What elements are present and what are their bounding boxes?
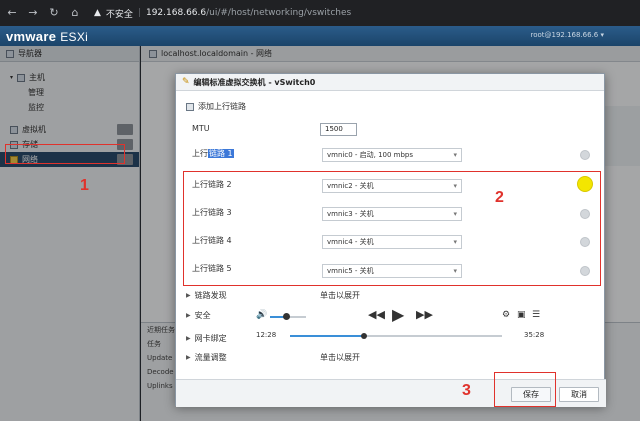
chevron-right-icon: ▶ — [186, 312, 191, 319]
seek-knob[interactable] — [361, 333, 368, 339]
chevron-right-icon: ▶ — [186, 292, 191, 299]
chevron-down-icon: ▾ — [453, 267, 457, 275]
mtu-input[interactable]: 1500 — [320, 123, 357, 136]
playlist-icon[interactable]: ☰ — [532, 310, 540, 320]
uplink-5-select[interactable]: vmnic5 - 关机 ▾ — [322, 264, 462, 278]
back-icon[interactable]: ← — [6, 7, 18, 19]
chevron-right-icon: ▶ — [186, 335, 191, 342]
add-uplink-button[interactable]: 添加上行链路 — [186, 101, 246, 112]
chevron-right-icon: ▶ — [186, 354, 191, 361]
uplink-4-select[interactable]: vmnic4 - 关机 ▾ — [322, 235, 462, 249]
uplink-3-label: 上行链路 3 — [192, 208, 232, 217]
seek-bar[interactable] — [290, 333, 502, 339]
cancel-button[interactable]: 取消 — [559, 387, 599, 402]
uplink-1-label: 上行链路 1 — [192, 149, 234, 158]
browser-toolbar: ← → ↻ ⌂ ▲ 不安全 | 192.168.66.6/ui/#/host/n… — [0, 0, 640, 26]
annotation-3: 3 — [462, 382, 471, 399]
dialog-footer: 保存 取消 — [176, 379, 606, 407]
reload-icon[interactable]: ↻ — [48, 7, 60, 19]
section-nic-teaming[interactable]: ▶ 网卡绑定 — [186, 333, 227, 344]
annotation-1: 1 — [80, 177, 89, 194]
chevron-down-icon: ▾ — [453, 210, 457, 218]
fast-forward-icon[interactable]: ▶▶ — [416, 308, 433, 321]
address-bar[interactable]: ▲ 不安全 | 192.168.66.6/ui/#/host/networkin… — [94, 7, 351, 20]
total-time: 35:28 — [524, 331, 545, 339]
pip-icon[interactable]: ▣ — [517, 310, 526, 320]
url-host: 192.168.66.6 — [145, 8, 207, 18]
uplink-5-label: 上行链路 5 — [192, 264, 232, 273]
esxi-header: vmware ESXi root@192.168.66.6 ▾ — [0, 26, 640, 46]
uplink-2-select[interactable]: vmnic2 - 关机 ▾ — [322, 179, 462, 193]
mtu-label: MTU — [192, 124, 210, 133]
section-security[interactable]: ▶ 安全 — [186, 310, 211, 321]
user-menu[interactable]: root@192.168.66.6 ▾ — [530, 31, 604, 39]
vmware-logo: vmware ESXi — [6, 28, 89, 44]
chevron-down-icon: ▾ — [453, 238, 457, 246]
security-label: 不安全 — [105, 9, 133, 20]
uplink-3-select[interactable]: vmnic3 - 关机 ▾ — [322, 207, 462, 221]
seek-progress — [290, 335, 365, 337]
url-path: /ui/#/host/networking/vswitches — [206, 8, 352, 18]
pencil-icon: ✎ — [182, 77, 190, 87]
link-discovery-value[interactable]: 单击以展开 — [320, 290, 360, 301]
section-traffic-shaping[interactable]: ▶ 流量调整 — [186, 352, 227, 363]
add-uplink-icon — [186, 102, 194, 111]
edit-vswitch-dialog: ✎ 编辑标准虚拟交换机 - vSwitch0 添加上行链路 MTU 1500 上… — [175, 73, 606, 407]
play-icon[interactable]: ▶ — [392, 305, 404, 324]
traffic-shaping-value[interactable]: 单击以展开 — [320, 352, 360, 363]
uplink-2-label: 上行链路 2 — [192, 180, 232, 189]
annotation-2: 2 — [495, 189, 504, 206]
rewind-icon[interactable]: ◀◀ — [368, 308, 385, 321]
dialog-body: 添加上行链路 MTU 1500 上行链路 1 vmnic0 - 启动, 100 … — [176, 91, 606, 379]
remove-uplink-4-icon[interactable] — [580, 237, 590, 247]
remove-uplink-2-icon[interactable] — [577, 176, 593, 192]
chevron-down-icon: ▾ — [453, 182, 457, 190]
current-time: 12:28 — [256, 331, 277, 339]
volume-knob[interactable] — [283, 313, 291, 320]
volume-icon[interactable]: 🔊 — [256, 310, 267, 320]
home-icon[interactable]: ⌂ — [69, 7, 81, 19]
uplink-4-label: 上行链路 4 — [192, 236, 232, 245]
forward-icon[interactable]: → — [27, 7, 39, 19]
settings-icon[interactable]: ⚙ — [502, 310, 510, 320]
uplink-1-select[interactable]: vmnic0 - 启动, 100 mbps ▾ — [322, 148, 462, 162]
media-player: 🔊 ◀◀ ▶ ▶▶ ⚙ ▣ ☰ 12:28 35:28 — [256, 305, 601, 348]
remove-uplink-5-icon[interactable] — [580, 266, 590, 276]
remove-uplink-3-icon[interactable] — [580, 209, 590, 219]
chevron-down-icon: ▾ — [453, 151, 457, 159]
dialog-title: ✎ 编辑标准虚拟交换机 - vSwitch0 — [176, 74, 604, 91]
warning-icon: ▲ — [94, 8, 101, 18]
save-button[interactable]: 保存 — [511, 387, 551, 402]
remove-uplink-1-icon[interactable] — [580, 150, 590, 160]
section-link-discovery[interactable]: ▶ 链路发现 — [186, 290, 227, 301]
